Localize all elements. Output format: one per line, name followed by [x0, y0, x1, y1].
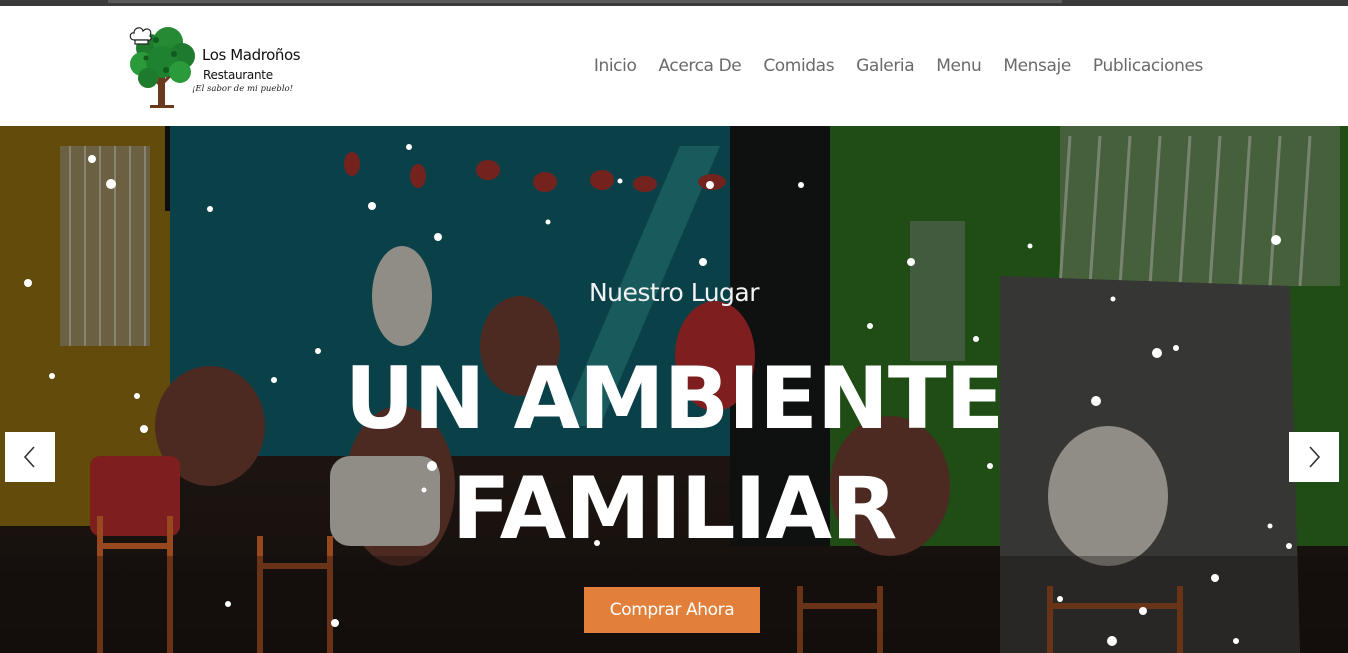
nav-item-acerca-de[interactable]: Acerca De [647, 56, 752, 76]
nav-item-publicaciones[interactable]: Publicaciones [1082, 56, 1214, 76]
site-header: Los Madroños Restaurante ¡El sabor de mi… [0, 6, 1348, 126]
chevron-left-icon [23, 446, 35, 468]
chef-hat-icon [129, 27, 152, 45]
top-bar-accent [108, 0, 1062, 3]
hero-title-line-1: UN AMBIENTE [344, 349, 1005, 449]
brand-subtitle: Restaurante [203, 68, 273, 82]
nav-item-menu[interactable]: Menu [925, 56, 992, 76]
carousel-prev-button[interactable] [5, 432, 55, 482]
brand-tagline: ¡El sabor de mi pueblo! [192, 84, 294, 94]
hero-title-line-2: FAMILIAR [451, 459, 898, 559]
brand-name: Los Madroños [202, 46, 301, 64]
buy-now-button[interactable]: Comprar Ahora [584, 587, 760, 633]
nav-item-mensaje[interactable]: Mensaje [992, 56, 1082, 76]
carousel-next-button[interactable] [1289, 432, 1339, 482]
hero-title: UN AMBIENTE FAMILIAR [0, 344, 1348, 564]
hero-content: Nuestro Lugar UN AMBIENTE FAMILIAR Compr… [0, 126, 1348, 653]
brand-logo[interactable]: Los Madroños Restaurante ¡El sabor de mi… [128, 26, 318, 112]
nav-item-inicio[interactable]: Inicio [583, 56, 648, 76]
hero-kicker: Nuestro Lugar [588, 278, 760, 307]
main-nav: Inicio Acerca De Comidas Galeria Menu Me… [583, 56, 1214, 76]
chevron-right-icon [1309, 446, 1321, 468]
nav-item-comidas[interactable]: Comidas [752, 56, 845, 76]
nav-item-galeria[interactable]: Galeria [845, 56, 925, 76]
hero-slider: Nuestro Lugar UN AMBIENTE FAMILIAR Compr… [0, 126, 1348, 653]
